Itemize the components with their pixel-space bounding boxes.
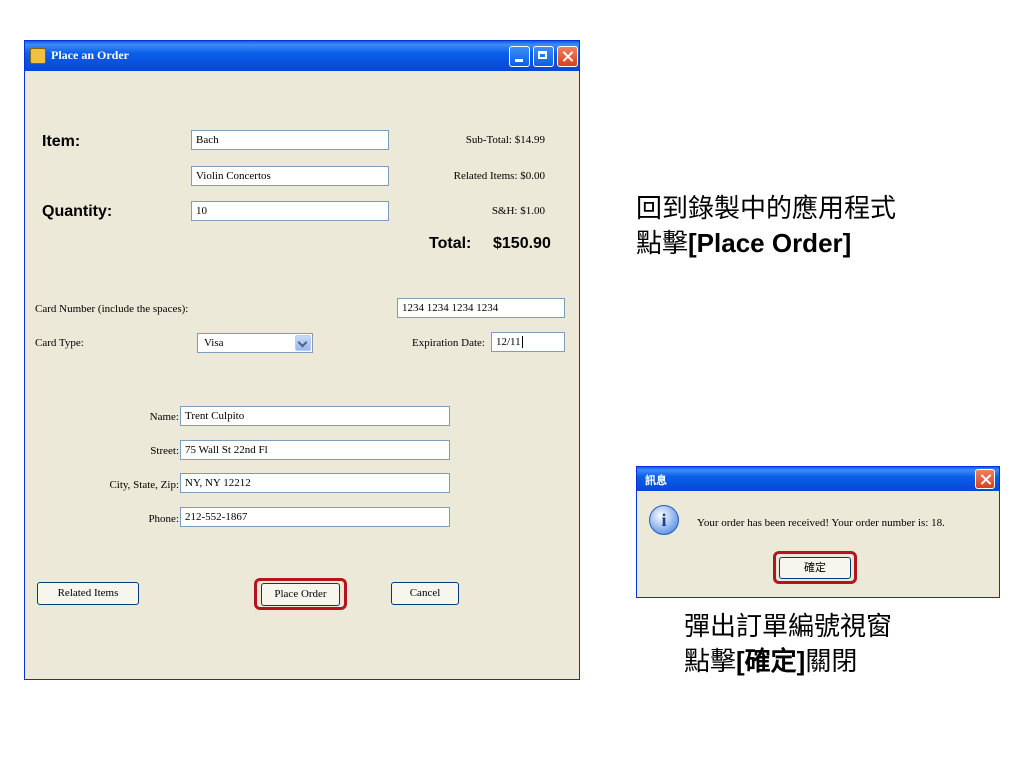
instruction-bottom-bold: [確定]: [736, 646, 806, 676]
shipping-text: S&H: $1.00: [491, 205, 545, 217]
place-order-button[interactable]: Place Order: [261, 583, 340, 606]
phone-field[interactable]: 212-552-1867: [180, 507, 450, 527]
total-value: $150.90: [493, 235, 551, 252]
minimize-button[interactable]: [509, 46, 530, 67]
related-items-button[interactable]: Related Items: [37, 582, 139, 605]
chevron-down-icon[interactable]: [295, 335, 311, 351]
card-type-label: Card Type:: [35, 337, 84, 349]
expiration-field[interactable]: 12/11: [491, 332, 565, 352]
place-order-window: Place an Order Item: Bach Violin Concert…: [24, 40, 580, 680]
info-icon: i: [649, 505, 679, 535]
name-label: Name:: [149, 411, 179, 423]
instruction-bottom-line2: 點擊[確定]關閉: [684, 644, 892, 679]
quantity-field[interactable]: 10: [191, 201, 389, 221]
ok-button[interactable]: 確定: [779, 557, 851, 579]
instruction-top-bold: [Place Order]: [688, 228, 852, 258]
cancel-button[interactable]: Cancel: [391, 582, 459, 605]
name-field[interactable]: Trent Culpito: [180, 406, 450, 426]
item-label: Item:: [42, 133, 81, 150]
instruction-bottom-prefix: 點擊: [684, 647, 737, 677]
card-type-value: Visa: [204, 337, 224, 349]
instruction-top: 回到錄製中的應用程式 點擊[Place Order]: [636, 192, 896, 261]
dialog-titlebar[interactable]: 訊息: [637, 467, 999, 491]
java-app-icon: [30, 48, 46, 64]
card-number-label: Card Number (include the spaces):: [35, 303, 189, 315]
expiration-value: 12/11: [496, 336, 521, 348]
city-state-zip-label: City, State, Zip:: [109, 479, 179, 491]
window-titlebar[interactable]: Place an Order: [25, 41, 579, 71]
item-field-line2[interactable]: Violin Concertos: [191, 166, 389, 186]
street-label: Street:: [150, 445, 179, 457]
text-cursor: [521, 336, 523, 348]
dialog-title: 訊息: [645, 475, 667, 487]
dialog-close-button[interactable]: [975, 469, 995, 489]
window-title: Place an Order: [51, 48, 129, 62]
card-number-field[interactable]: 1234 1234 1234 1234: [397, 298, 565, 318]
quantity-label: Quantity:: [42, 203, 113, 220]
city-state-zip-field[interactable]: NY, NY 12212: [180, 473, 450, 493]
instruction-top-line2: 點擊[Place Order]: [636, 226, 896, 261]
total-label: Total:: [429, 235, 472, 252]
instruction-top-prefix: 點擊: [636, 229, 689, 259]
dialog-message: Your order has been received! Your order…: [697, 517, 945, 529]
item-field-line1[interactable]: Bach: [191, 130, 389, 150]
close-button[interactable]: [557, 46, 578, 67]
related-items-cost-text: Related Items: $0.00: [453, 170, 545, 182]
instruction-bottom: 彈出訂單編號視窗 點擊[確定]關閉: [684, 610, 892, 679]
card-type-select[interactable]: Visa: [197, 333, 313, 353]
street-field[interactable]: 75 Wall St 22nd Fl: [180, 440, 450, 460]
instruction-top-line1: 回到錄製中的應用程式: [636, 194, 897, 224]
instruction-bottom-line1: 彈出訂單編號視窗: [684, 612, 893, 642]
maximize-button[interactable]: [533, 46, 554, 67]
message-dialog: 訊息 i Your order has been received! Your …: [636, 466, 1000, 598]
instruction-bottom-suffix: 關閉: [805, 647, 858, 677]
phone-label: Phone:: [148, 513, 179, 525]
subtotal-text: Sub-Total: $14.99: [465, 134, 545, 146]
expiration-label: Expiration Date:: [411, 337, 485, 349]
